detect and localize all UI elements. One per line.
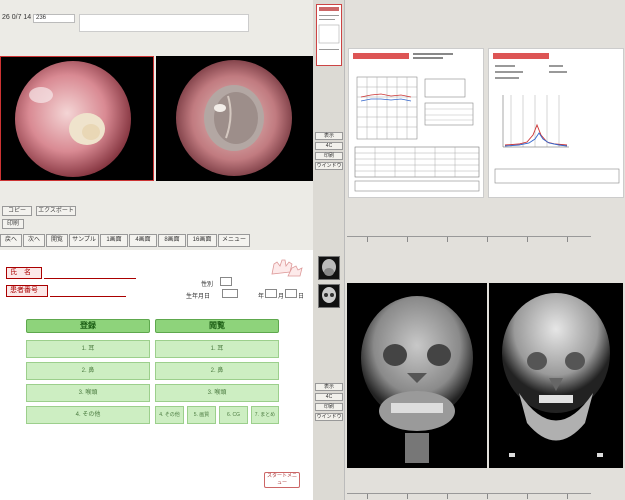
skull-xray-ap-image [502,293,610,457]
report-sidebar: 表示 4C 印刷 ウインドウ [313,0,345,250]
tab-16-screen[interactable]: 16画面 [187,234,217,247]
page-tick [527,494,528,499]
name-label: 氏 名 [6,267,42,279]
name-input-line[interactable] [44,278,136,279]
display-button[interactable]: 表示 [315,383,343,391]
4c-button[interactable]: 4C [315,142,343,150]
xray-sidebar: 表示 4C 印刷 ウインドウ [313,250,345,500]
tab-4-screen[interactable]: 4画面 [129,234,157,247]
skull-thumbnail-icon [322,259,336,276]
view-other-button[interactable]: 4. その他 [155,406,184,424]
page-scrollbar[interactable] [347,236,591,242]
export-button[interactable]: エクスポート [36,206,76,216]
birth-label: 生年月日 [186,294,211,300]
report-thumbnail[interactable] [316,4,342,66]
view-nose-button[interactable]: 2. 鼻 [155,362,279,380]
birth-day-field[interactable] [285,289,297,298]
xray-viewer: 表示 4C 印刷 ウインドウ [313,250,625,500]
endoscope-viewer: 26 0/7 14 236 コピー エクスポート 印刷 戻へ 次へ 開覧 サンプ… [0,0,313,250]
tab-next[interactable]: 次へ [23,234,45,247]
export-row: コピー エクスポート 印刷 [0,206,313,229]
tympanogram-sheet[interactable] [488,48,624,198]
sex-label: 性別 [201,282,214,288]
xray-thumbnail-1[interactable] [318,256,340,280]
birth-year-unit: 年 [258,294,265,300]
register-other-button[interactable]: 4. その他 [26,406,150,424]
patient-number-input-line[interactable] [50,296,126,297]
registration-form: 氏 名 患者番号 性別 生年月日 年 月 日 登録 閲覧 1. 耳 2. 鼻 3… [0,250,313,500]
tympanogram-chart [493,53,620,184]
print-button[interactable]: 印刷 [315,403,343,411]
register-ear-button[interactable]: 1. 耳 [26,340,150,358]
page-tick [567,494,568,499]
view-header[interactable]: 閲覧 [155,319,279,333]
tab-1-screen[interactable]: 1画面 [100,234,128,247]
audiogram-chart [353,53,480,192]
register-larynx-button[interactable]: 3. 喉頭 [26,384,150,402]
tab-prev[interactable]: 戻へ [0,234,22,247]
view-cg-button[interactable]: 6. CG [219,406,248,424]
birth-month-field[interactable] [265,289,277,298]
page-tick [367,494,368,499]
skull-thumbnail-icon [322,287,336,303]
patient-id-field[interactable]: 236 [33,14,75,23]
audiogram-sheet[interactable] [348,48,484,198]
view-summary-button[interactable]: 7. まとめ [251,406,279,424]
patient-number-label: 患者番号 [6,285,48,297]
exam-date: 26 0/7 14 [2,14,32,21]
window-button[interactable]: ウインドウ [315,413,343,421]
page-tick [447,237,448,242]
endoscope-image-left[interactable] [0,56,154,181]
print-button[interactable]: 印刷 [315,152,343,160]
tab-8-screen[interactable]: 8画面 [158,234,186,247]
page-scrollbar[interactable] [347,493,591,499]
4c-button[interactable]: 4C [315,393,343,401]
tab-browse[interactable]: 開覧 [46,234,68,247]
view-quality-button[interactable]: 5. 画質 [187,406,216,424]
tab-bar: 戻へ 次へ 開覧 サンプル 1画面 4画面 8画面 16画面 メニュー [0,234,313,248]
patient-name-field[interactable] [79,14,249,32]
skull-xray-pa[interactable] [347,283,487,468]
view-larynx-button[interactable]: 3. 喉頭 [155,384,279,402]
view-ear-button[interactable]: 1. 耳 [155,340,279,358]
start-menu-button[interactable]: スタートメニュー [264,472,300,488]
eardrum-image-right [176,60,292,176]
register-header[interactable]: 登録 [26,319,150,333]
print-button[interactable]: 印刷 [2,219,24,229]
page-tick [407,494,408,499]
page-tick [567,237,568,242]
tab-sample[interactable]: サンプル [69,234,99,247]
page-tick [487,494,488,499]
page-tick [447,494,448,499]
hand-logo-icon [271,259,303,277]
endoscope-image-right[interactable] [156,56,313,181]
page-tick [487,237,488,242]
sex-field[interactable] [220,277,232,286]
skull-xray-pa-image [361,296,473,463]
page-tick [527,237,528,242]
window-button[interactable]: ウインドウ [315,162,343,170]
birth-year-field[interactable] [222,289,238,298]
page-tick [367,237,368,242]
header-bar: 26 0/7 14 236 [0,0,313,38]
tab-menu[interactable]: メニュー [218,234,250,247]
eardrum-image-left [15,61,131,177]
page-tick [407,237,408,242]
report-viewer: 表示 4C 印刷 ウインドウ [313,0,625,250]
register-nose-button[interactable]: 2. 鼻 [26,362,150,380]
xray-thumbnail-2[interactable] [318,284,340,308]
copy-button[interactable]: コピー [2,206,32,216]
skull-xray-ap[interactable] [489,283,623,468]
display-button[interactable]: 表示 [315,132,343,140]
birth-month-unit: 月 [278,294,285,300]
report-thumbnail-graphic [318,7,340,50]
birth-day-unit: 日 [298,294,305,300]
